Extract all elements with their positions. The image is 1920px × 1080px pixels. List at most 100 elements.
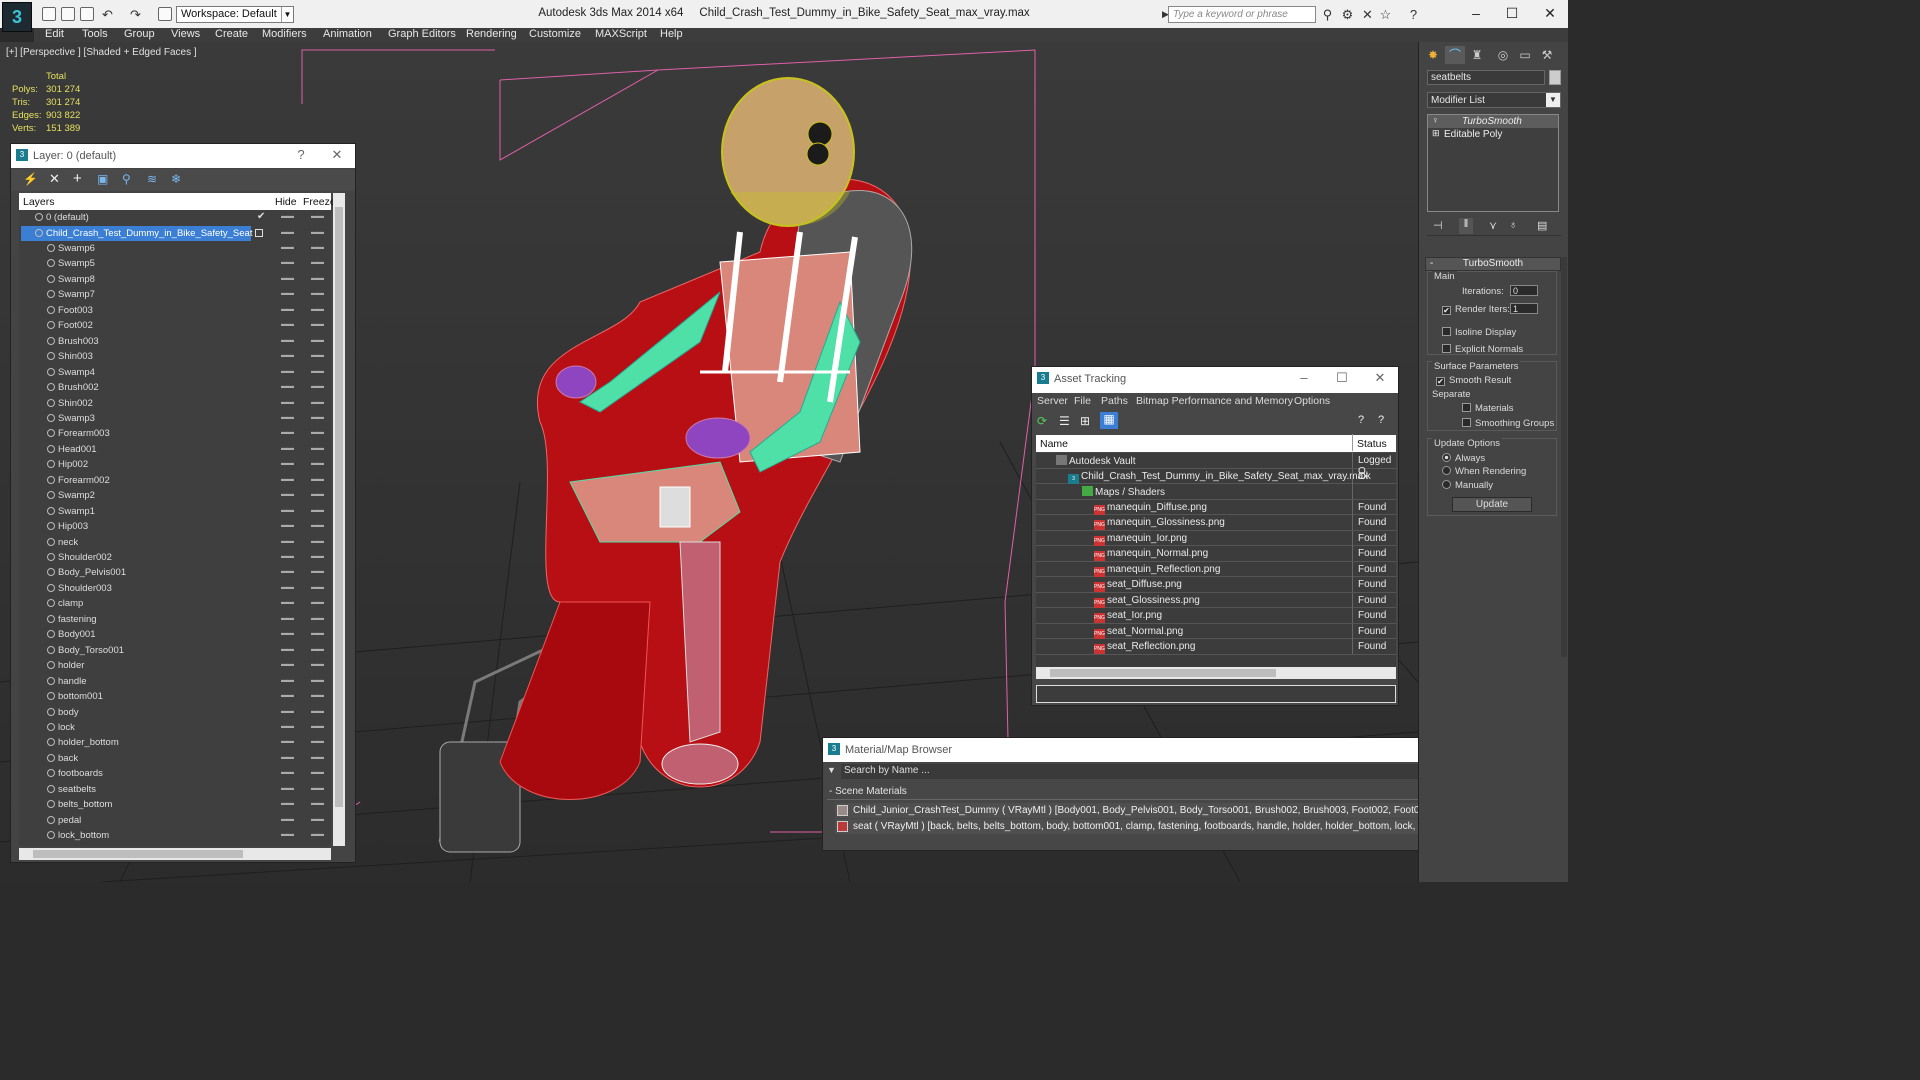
remove-modifier-icon[interactable]: ♁: [1509, 219, 1517, 231]
asset-row[interactable]: PNG manequin_Reflection.png Found: [1036, 561, 1396, 577]
freeze-toggle[interactable]: ▬▬: [311, 630, 324, 637]
viewport-label[interactable]: [+] [Perspective ] [Shaded + Edged Faces…: [6, 47, 197, 58]
layer-object-row[interactable]: Hip003 ▬▬ ▬▬: [19, 519, 331, 534]
hide-toggle[interactable]: ▬▬: [281, 383, 294, 390]
menu-file[interactable]: File: [1074, 395, 1091, 407]
hide-toggle[interactable]: ▬▬: [281, 507, 294, 514]
freeze-toggle[interactable]: ▬▬: [311, 754, 324, 761]
freeze-toggle[interactable]: ▬▬: [311, 337, 324, 344]
layer-object-row[interactable]: lock_bottom ▬▬ ▬▬: [19, 828, 331, 843]
column-layers[interactable]: Layers: [23, 196, 55, 208]
asset-row[interactable]: Maps / Shaders: [1036, 484, 1396, 500]
create-tab-icon[interactable]: ✸: [1423, 46, 1443, 64]
layer-row-selected[interactable]: Child_Crash_Test_Dummy_in_Bike_Safety_Se…: [19, 225, 331, 241]
manually-radio[interactable]: [1442, 480, 1451, 489]
freeze-toggle[interactable]: ▬▬: [311, 259, 324, 266]
layer-object-row[interactable]: holder_bottom ▬▬ ▬▬: [19, 735, 331, 750]
hide-toggle[interactable]: ▬▬: [281, 259, 294, 266]
save-file-icon[interactable]: [80, 7, 94, 21]
hide-toggle[interactable]: ▬▬: [281, 769, 294, 776]
hide-toggle[interactable]: ▬▬: [281, 306, 294, 313]
hide-toggle[interactable]: ▬▬: [281, 275, 294, 282]
freeze-toggle[interactable]: ▬▬: [311, 831, 324, 838]
layer-row-default[interactable]: 0 (default) ✔ ▬▬ ▬▬: [19, 210, 331, 225]
hide-toggle[interactable]: ▬▬: [281, 584, 294, 591]
hide-toggle[interactable]: ▬▬: [281, 568, 294, 575]
layer-object-row[interactable]: Swamp3 ▬▬ ▬▬: [19, 411, 331, 426]
layer-object-row[interactable]: Shoulder003 ▬▬ ▬▬: [19, 581, 331, 596]
table-view-icon[interactable]: ▦: [1100, 412, 1118, 429]
expand-plus-icon[interactable]: ⊞: [1432, 128, 1440, 139]
column-name[interactable]: Name: [1040, 438, 1068, 450]
freeze-toggle[interactable]: ▬▬: [311, 661, 324, 668]
layer-object-row[interactable]: Swamp1 ▬▬ ▬▬: [19, 504, 331, 519]
freeze-toggle[interactable]: ▬▬: [311, 399, 324, 406]
freeze-toggle[interactable]: ▬▬: [311, 460, 324, 467]
freeze-toggle[interactable]: ▬▬: [311, 769, 324, 776]
help-icon[interactable]: ?: [1406, 7, 1421, 22]
layer-object-row[interactable]: Forearm003 ▬▬ ▬▬: [19, 426, 331, 441]
layer-object-row[interactable]: handle ▬▬ ▬▬: [19, 674, 331, 689]
hide-toggle[interactable]: ▬▬: [281, 831, 294, 838]
asset-row[interactable]: Autodesk Vault Logged O: [1036, 453, 1396, 477]
favorites-star-icon[interactable]: ☆: [1378, 7, 1393, 22]
when-rendering-radio[interactable]: [1442, 466, 1451, 475]
layer-window-titlebar[interactable]: 3 Layer: 0 (default) ? ✕: [11, 144, 355, 168]
freeze-toggle[interactable]: ▬▬: [311, 723, 324, 730]
menu-animation[interactable]: Animation: [323, 28, 372, 40]
object-name-field[interactable]: seatbelts: [1427, 70, 1545, 85]
materials-checkbox[interactable]: [1462, 403, 1471, 412]
layer-object-row[interactable]: pedal ▬▬ ▬▬: [19, 813, 331, 828]
freeze-toggle[interactable]: ▬▬: [311, 244, 324, 251]
menu-paths[interactable]: Paths: [1101, 395, 1128, 407]
freeze-toggle[interactable]: ▬▬: [311, 229, 324, 236]
select-highlighted-icon[interactable]: ⚲: [122, 172, 131, 186]
layer-object-row[interactable]: Swamp7 ▬▬ ▬▬: [19, 287, 331, 302]
new-file-icon[interactable]: [42, 7, 56, 21]
asset-row[interactable]: 3 Child_Crash_Test_Dummy_in_Bike_Safety_S…: [1036, 468, 1396, 484]
app-menu-button[interactable]: 3: [2, 2, 32, 32]
freeze-toggle[interactable]: ▬▬: [311, 321, 324, 328]
hide-toggle[interactable]: ▬▬: [281, 522, 294, 529]
menu-rendering[interactable]: Rendering: [466, 28, 517, 40]
layer-object-row[interactable]: body ▬▬ ▬▬: [19, 705, 331, 720]
hide-toggle[interactable]: ▬▬: [281, 445, 294, 452]
freeze-toggle[interactable]: ▬▬: [311, 738, 324, 745]
freeze-toggle[interactable]: ▬▬: [311, 275, 324, 282]
undo-icon[interactable]: ↶: [100, 7, 115, 22]
freeze-toggle[interactable]: ▬▬: [311, 816, 324, 823]
hide-toggle[interactable]: ▬▬: [281, 708, 294, 715]
layer-object-row[interactable]: belts_bottom ▬▬ ▬▬: [19, 797, 331, 812]
layer-object-row[interactable]: clamp ▬▬ ▬▬: [19, 596, 331, 611]
hide-toggle[interactable]: ▬▬: [281, 630, 294, 637]
layer-object-row[interactable]: Swamp4 ▬▬ ▬▬: [19, 365, 331, 380]
layer-object-row[interactable]: Head001 ▬▬ ▬▬: [19, 442, 331, 457]
layer-object-row[interactable]: Swamp6 ▬▬ ▬▬: [19, 241, 331, 256]
hide-toggle[interactable]: ▬▬: [281, 429, 294, 436]
asset-row[interactable]: PNG seat_Normal.png Found: [1036, 623, 1396, 639]
hide-toggle[interactable]: ▬▬: [281, 213, 294, 220]
layer-object-row[interactable]: fastening ▬▬ ▬▬: [19, 612, 331, 627]
menu-graph-editors[interactable]: Graph Editors: [388, 28, 456, 40]
scrollbar-thumb[interactable]: [33, 850, 243, 858]
command-panel-scrollbar[interactable]: [1561, 257, 1567, 657]
iterations-spinner[interactable]: 0: [1510, 285, 1538, 296]
scrollbar-thumb[interactable]: [335, 207, 343, 807]
communication-icon[interactable]: ✕: [1360, 7, 1375, 22]
hide-toggle[interactable]: ▬▬: [281, 337, 294, 344]
hide-all-layers-icon[interactable]: ≋: [147, 172, 157, 186]
hierarchy-tab-icon[interactable]: ♜: [1467, 46, 1487, 64]
hide-toggle[interactable]: ▬▬: [281, 800, 294, 807]
hide-toggle[interactable]: ▬▬: [281, 615, 294, 622]
hide-toggle[interactable]: ▬▬: [281, 460, 294, 467]
layer-object-row[interactable]: Brush003 ▬▬ ▬▬: [19, 334, 331, 349]
hide-toggle[interactable]: ▬▬: [281, 646, 294, 653]
hide-toggle[interactable]: ▬▬: [281, 491, 294, 498]
hide-toggle[interactable]: ▬▬: [281, 244, 294, 251]
smooth-result-checkbox[interactable]: ✔: [1436, 377, 1445, 386]
menu-options[interactable]: Options: [1294, 395, 1330, 407]
layer-object-row[interactable]: back ▬▬ ▬▬: [19, 751, 331, 766]
explicit-normals-checkbox[interactable]: [1442, 344, 1451, 353]
stack-item-turbosmooth[interactable]: ♀ TurboSmooth: [1428, 115, 1558, 128]
layer-object-row[interactable]: Brush002 ▬▬ ▬▬: [19, 380, 331, 395]
